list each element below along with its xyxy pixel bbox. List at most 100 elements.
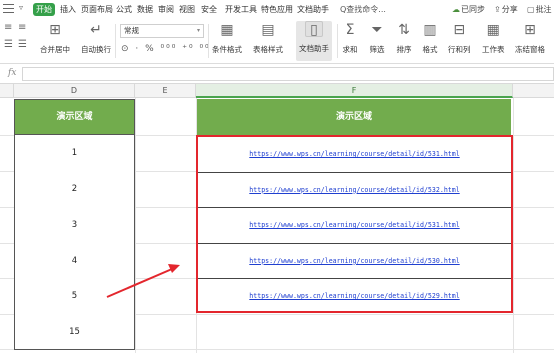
number-format-select[interactable]: 常规 ▾ bbox=[120, 24, 204, 38]
conditional-format-label: 条件格式 bbox=[212, 45, 242, 54]
tab-view[interactable]: 视图 bbox=[179, 4, 195, 15]
sort-button[interactable]: ⇅ 排序 bbox=[395, 22, 413, 55]
hyperlink[interactable]: https://www.wps.cn/learning/course/detai… bbox=[249, 186, 459, 194]
demo-area-header-f[interactable]: 演示区域 bbox=[197, 99, 511, 135]
doc-helper-button[interactable]: ▯ 文档助手 bbox=[296, 21, 332, 61]
table-cell-f[interactable]: https://www.wps.cn/learning/course/detai… bbox=[198, 173, 511, 209]
wrap-text-icon: ↵ bbox=[90, 22, 102, 38]
number-format-tools[interactable]: ⊙ · % ⁰⁰⁰ ⁺⁰ ⁰⁰ bbox=[121, 44, 211, 54]
sum-icon: Σ bbox=[345, 22, 355, 38]
align-top-icon[interactable]: ≡ bbox=[4, 23, 12, 33]
table-cell-d[interactable]: 15 bbox=[14, 314, 135, 350]
demo-area-header-d[interactable]: 演示区域 bbox=[14, 99, 135, 135]
highlighted-link-range: https://www.wps.cn/learning/course/detai… bbox=[196, 135, 513, 313]
format-label: 格式 bbox=[422, 45, 438, 54]
tab-doc-helper[interactable]: 文档助手 bbox=[297, 4, 329, 15]
chevron-down-icon: ▾ bbox=[196, 27, 200, 34]
cloud-sync-icon: ☁ bbox=[452, 5, 460, 14]
tab-insert[interactable]: 插入 bbox=[60, 4, 76, 15]
ribbon-toolbar: ≡ ≡ ☰ ☰ ⊞ 合并居中 ↵ 自动换行 常规 ▾ ⊙ · % ⁰⁰⁰ ⁺⁰ … bbox=[0, 20, 554, 64]
row-col-icon: ⊟ bbox=[453, 22, 466, 38]
comment-icon: ▢ bbox=[527, 5, 535, 14]
command-search[interactable]: Q查找命令... bbox=[340, 4, 386, 15]
hyperlink[interactable]: https://www.wps.cn/learning/course/detai… bbox=[249, 221, 459, 229]
table-style-label: 表格样式 bbox=[253, 45, 283, 54]
tab-developer[interactable]: 开发工具 bbox=[225, 4, 257, 15]
align-center-icon[interactable]: ☰ bbox=[18, 40, 27, 50]
table-cell-f[interactable]: https://www.wps.cn/learning/course/detai… bbox=[198, 244, 511, 280]
sum-button[interactable]: Σ 求和 bbox=[341, 22, 359, 55]
formula-bar: fx bbox=[0, 64, 554, 84]
row-col-label: 行和列 bbox=[448, 45, 471, 54]
worksheet-icon: ▦ bbox=[486, 22, 500, 38]
corner-cell[interactable] bbox=[0, 84, 14, 98]
table-style-button[interactable]: ▤ 表格样式 bbox=[253, 22, 283, 55]
tab-special-apps[interactable]: 特色应用 bbox=[261, 4, 293, 15]
main-menu-icon[interactable] bbox=[3, 4, 14, 14]
tab-page-layout[interactable]: 页面布局 bbox=[81, 4, 113, 15]
tab-security[interactable]: 安全 bbox=[201, 4, 217, 15]
table-cell-f[interactable]: https://www.wps.cn/learning/course/detai… bbox=[198, 279, 511, 315]
tab-formulas[interactable]: 公式 bbox=[116, 4, 132, 15]
format-icon: ▥ bbox=[423, 22, 437, 38]
table-cell-d[interactable]: 5 bbox=[14, 278, 135, 315]
filter-button[interactable]: ⏷ 筛选 bbox=[368, 22, 386, 55]
table-cell-f[interactable]: https://www.wps.cn/learning/course/detai… bbox=[198, 137, 511, 173]
column-header-f[interactable]: F bbox=[196, 84, 513, 98]
tab-data[interactable]: 数据 bbox=[137, 4, 153, 15]
column-header-e[interactable]: E bbox=[135, 84, 196, 98]
table-cell-d[interactable]: 1 bbox=[14, 135, 135, 172]
sync-label: 已同步 bbox=[461, 5, 485, 14]
table-cell-f[interactable]: https://www.wps.cn/learning/course/detai… bbox=[198, 208, 511, 244]
share-label: 分享 bbox=[501, 5, 518, 14]
sort-label: 排序 bbox=[396, 45, 412, 54]
sort-icon: ⇅ bbox=[398, 22, 410, 38]
formula-input[interactable] bbox=[22, 67, 554, 81]
menu-bar: ▿ 开始 插入 页面布局 公式 数据 审阅 视图 安全 开发工具 特色应用 文档… bbox=[0, 0, 554, 20]
tab-review[interactable]: 审阅 bbox=[158, 4, 174, 15]
column-header-d[interactable]: D bbox=[14, 84, 135, 98]
sum-label: 求和 bbox=[342, 45, 358, 54]
merge-cells-icon: ⊞ bbox=[49, 22, 61, 38]
column-header-g[interactable] bbox=[513, 84, 554, 98]
worksheet-label: 工作表 bbox=[482, 45, 505, 54]
freeze-panes-label: 冻结窗格 bbox=[515, 45, 545, 54]
number-format-value: 常规 bbox=[124, 26, 139, 35]
table-style-icon: ▤ bbox=[261, 22, 275, 38]
freeze-panes-button[interactable]: ⊞ 冻结窗格 bbox=[515, 22, 545, 55]
align-middle-icon[interactable]: ≡ bbox=[18, 23, 26, 33]
hyperlink[interactable]: https://www.wps.cn/learning/course/detai… bbox=[249, 257, 459, 265]
doc-helper-label: 文档助手 bbox=[299, 44, 329, 53]
wrap-text-label: 自动换行 bbox=[81, 45, 111, 54]
ribbon-divider bbox=[208, 24, 209, 58]
ribbon-divider bbox=[337, 24, 338, 58]
hyperlink[interactable]: https://www.wps.cn/learning/course/detai… bbox=[249, 292, 459, 300]
align-left-icon[interactable]: ☰ bbox=[4, 40, 13, 50]
merge-center-button[interactable]: ⊞ 合并居中 bbox=[40, 22, 70, 55]
quick-access-chevron-icon[interactable]: ▿ bbox=[19, 3, 23, 12]
ribbon-divider bbox=[115, 24, 116, 58]
freeze-panes-icon: ⊞ bbox=[524, 22, 536, 38]
merge-center-label: 合并居中 bbox=[40, 45, 70, 54]
sync-status[interactable]: ☁已同步 bbox=[452, 4, 485, 15]
doc-helper-icon: ▯ bbox=[305, 21, 323, 38]
arrow-head bbox=[168, 264, 180, 273]
table-cell-d[interactable]: 4 bbox=[14, 243, 135, 280]
share-icon: ⇪ bbox=[494, 5, 501, 14]
table-cell-d[interactable]: 3 bbox=[14, 207, 135, 244]
conditional-format-button[interactable]: ▦ 条件格式 bbox=[212, 22, 242, 55]
filter-icon: ⏷ bbox=[371, 22, 383, 38]
hyperlink[interactable]: https://www.wps.cn/learning/course/detai… bbox=[249, 150, 459, 158]
share-button[interactable]: ⇪分享 bbox=[494, 4, 518, 15]
table-cell-d[interactable]: 2 bbox=[14, 171, 135, 208]
tab-start[interactable]: 开始 bbox=[33, 3, 55, 16]
wrap-text-button[interactable]: ↵ 自动换行 bbox=[81, 22, 111, 55]
row-col-button[interactable]: ⊟ 行和列 bbox=[448, 22, 471, 55]
worksheet-button[interactable]: ▦ 工作表 bbox=[482, 22, 505, 55]
format-button[interactable]: ▥ 格式 bbox=[421, 22, 439, 55]
comment-label: 批注 bbox=[535, 5, 552, 14]
fx-icon[interactable]: fx bbox=[8, 68, 16, 78]
conditional-format-icon: ▦ bbox=[220, 22, 234, 38]
filter-label: 筛选 bbox=[369, 45, 385, 54]
comment-button[interactable]: ▢批注 bbox=[527, 4, 552, 15]
